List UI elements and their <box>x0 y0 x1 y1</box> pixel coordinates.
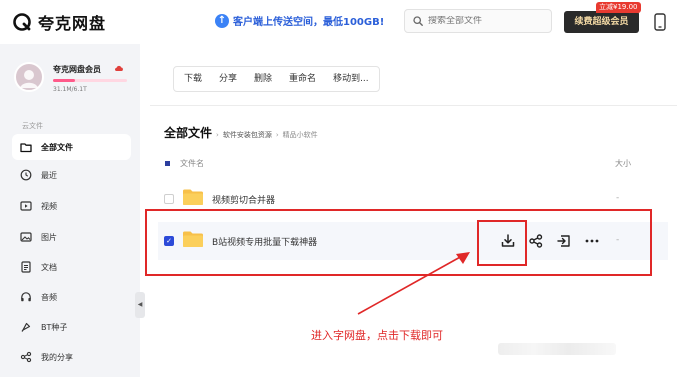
user-avatar-icon <box>20 70 38 88</box>
column-header-name[interactable]: 文件名 <box>180 158 204 169</box>
rename-button[interactable]: 重命名 <box>283 69 322 89</box>
upload-arrow-icon: ↑ <box>215 13 229 28</box>
search-icon <box>413 16 423 26</box>
search-box[interactable] <box>404 9 552 33</box>
sidebar-item-audio[interactable]: 音频 <box>12 284 131 310</box>
quark-logo-icon <box>13 13 31 31</box>
download-button[interactable]: 下载 <box>178 69 208 89</box>
folder-icon <box>183 189 203 205</box>
blurred-watermark <box>498 343 616 355</box>
vip-discount-badge: 立减¥19.00 <box>596 2 641 13</box>
file-size: - <box>616 193 620 203</box>
device-icon[interactable] <box>652 12 668 32</box>
sidebar-item-label: 图片 <box>41 232 57 242</box>
breadcrumb: 全部文件 › 软件安装包资源 › 精品小软件 <box>164 124 318 141</box>
sidebar-item-label: 视频 <box>41 201 57 211</box>
move-to-button[interactable]: 移动到... <box>327 69 375 89</box>
app-logo[interactable]: 夸克网盘 <box>12 10 106 34</box>
sidebar-item-video[interactable]: 视频 <box>12 193 131 219</box>
sidebar-item-all-files[interactable]: 全部文件 <box>12 134 131 160</box>
select-all-checkbox[interactable] <box>165 161 170 166</box>
cloud-badge-icon <box>115 65 123 71</box>
sidebar-item-images[interactable]: 图片 <box>12 224 131 250</box>
sidebar-item-documents[interactable]: 文档 <box>12 254 131 280</box>
sidebar-item-label: 音频 <box>41 292 57 302</box>
sidebar-item-label: 我的分享 <box>41 352 73 362</box>
storage-quota-fill <box>53 79 75 82</box>
vip-renew-button[interactable]: 续费超级会员 <box>564 11 639 33</box>
headphones-icon <box>21 292 31 302</box>
sidebar-item-label: 全部文件 <box>41 142 73 152</box>
promo-text: 客户端上传送空间，最低100GB! <box>233 17 385 28</box>
share-button[interactable]: 分享 <box>213 69 243 89</box>
image-icon <box>20 232 32 242</box>
folder-icon <box>20 143 32 153</box>
video-icon <box>20 201 32 211</box>
user-name[interactable]: 夸克网盘会员 <box>53 64 101 75</box>
chevron-left-icon: ◀ <box>137 301 143 308</box>
document-icon <box>21 261 31 273</box>
column-header-size[interactable]: 大小 <box>615 158 631 169</box>
avatar[interactable] <box>14 62 44 92</box>
clock-icon <box>20 169 32 181</box>
breadcrumb-separator: › <box>275 131 279 139</box>
delete-button[interactable]: 删除 <box>248 69 278 89</box>
sidebar-item-label: BT种子 <box>41 322 68 332</box>
divider <box>150 105 677 106</box>
storage-quota-text: 31.1M/6.1T <box>53 86 87 93</box>
arrow-icon <box>357 252 470 315</box>
breadcrumb-item[interactable]: 软件安装包资源 <box>223 130 272 140</box>
app-name: 夸克网盘 <box>38 14 107 33</box>
sidebar-item-recent[interactable]: 最近 <box>12 162 131 188</box>
sidebar-section-label: 云文件 <box>22 122 43 130</box>
file-name[interactable]: 视频剪切合并器 <box>212 193 275 206</box>
annotation-text: 进入字网盘，点击下载即可 <box>311 329 443 342</box>
share-icon <box>20 351 32 363</box>
search-input[interactable] <box>428 16 538 26</box>
breadcrumb-separator: › <box>216 131 219 139</box>
promo-banner[interactable]: ↑ 客户端上传送空间，最低100GB! <box>215 13 384 28</box>
file-toolbar: 下载 分享 删除 重命名 移动到... <box>173 66 380 92</box>
sidebar-item-my-shares[interactable]: 我的分享 <box>12 344 131 370</box>
sidebar-item-label: 文档 <box>41 262 57 272</box>
breadcrumb-item-current: 精品小软件 <box>282 131 318 139</box>
row-checkbox[interactable] <box>164 194 174 204</box>
sidebar-item-bt[interactable]: BT种子 <box>12 314 131 340</box>
breadcrumb-root[interactable]: 全部文件 <box>164 124 212 141</box>
sidebar-item-label: 最近 <box>41 170 57 180</box>
torrent-icon <box>21 322 31 332</box>
sidebar-collapse-handle[interactable]: ◀ <box>135 292 145 318</box>
